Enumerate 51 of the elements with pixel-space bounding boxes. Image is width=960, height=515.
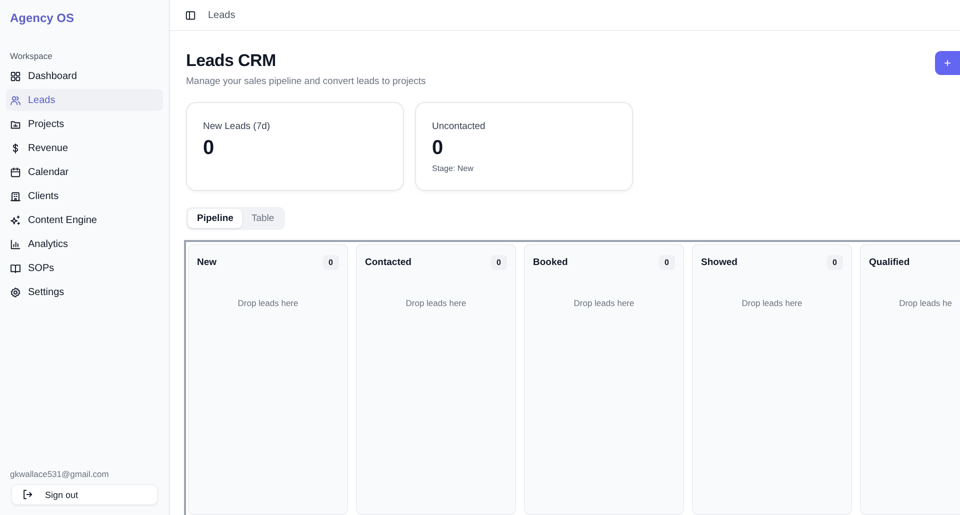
stat-value: 0 <box>432 137 444 160</box>
sidebar-item[interactable]: Calendar <box>6 161 163 183</box>
dollar-icon <box>10 142 21 154</box>
drop-hint: Drop leads here <box>572 298 636 308</box>
sidebar-item[interactable]: Analytics <box>6 233 163 255</box>
user-email: gkwallace531@gmail.com <box>9 469 110 481</box>
users-icon <box>10 94 21 106</box>
stat-note: Stage: New <box>432 164 474 173</box>
count-badge: 0 <box>658 254 675 270</box>
breadcrumb: Leads <box>208 10 236 20</box>
column-title: New <box>197 256 217 268</box>
sidebar-item[interactable]: Content Engine <box>6 209 163 231</box>
drop-hint: Drop leads here <box>740 298 804 308</box>
calendar-icon <box>10 166 21 178</box>
sidebar-item[interactable]: Leads <box>6 89 163 111</box>
drop-hint: Drop leads here <box>236 298 300 308</box>
count-badge: 0 <box>322 254 339 270</box>
drop-hint: Drop leads he <box>898 298 952 308</box>
column-title: Showed <box>701 256 738 268</box>
sidebar-item[interactable]: Settings <box>6 281 163 303</box>
brand-name: Agency OS <box>9 10 76 27</box>
view-tab[interactable]: Pipeline <box>188 209 242 228</box>
folder-icon <box>10 118 21 130</box>
chart-icon <box>10 238 21 250</box>
building-icon <box>10 190 21 202</box>
column-title: Qualified <box>869 256 910 268</box>
grid-icon <box>10 70 21 82</box>
add-lead-button[interactable]: + <box>935 51 960 75</box>
column-title: Booked <box>533 256 568 268</box>
sidebar-item[interactable]: Projects <box>6 113 163 135</box>
sparkles-icon <box>10 214 21 226</box>
page-subtitle: Manage your sales pipeline and convert leads to projects <box>186 76 427 87</box>
sign-out-icon <box>22 489 33 500</box>
stat-value: 0 <box>203 137 214 160</box>
sidebar-item[interactable]: SOPs <box>6 257 163 279</box>
column-title: Contacted <box>365 256 412 268</box>
count-badge: 0 <box>490 254 507 270</box>
sidebar-item[interactable]: Dashboard <box>6 65 163 87</box>
count-badge: 0 <box>826 254 843 270</box>
stat-label: Uncontacted <box>432 121 486 132</box>
view-tab[interactable]: Table <box>242 209 284 228</box>
gear-icon <box>10 286 21 298</box>
book-icon <box>10 262 21 274</box>
sign-out-button[interactable]: Sign out <box>11 484 158 505</box>
sidebar-toggle-icon[interactable] <box>185 10 196 20</box>
stat-label: New Leads (7d) <box>203 121 270 132</box>
section-label: Workspace <box>9 50 54 63</box>
sidebar-item[interactable]: Clients <box>6 185 163 207</box>
sidebar-item[interactable]: Revenue <box>6 137 163 159</box>
drop-hint: Drop leads here <box>404 298 468 308</box>
page-title: Leads CRM <box>186 51 277 71</box>
